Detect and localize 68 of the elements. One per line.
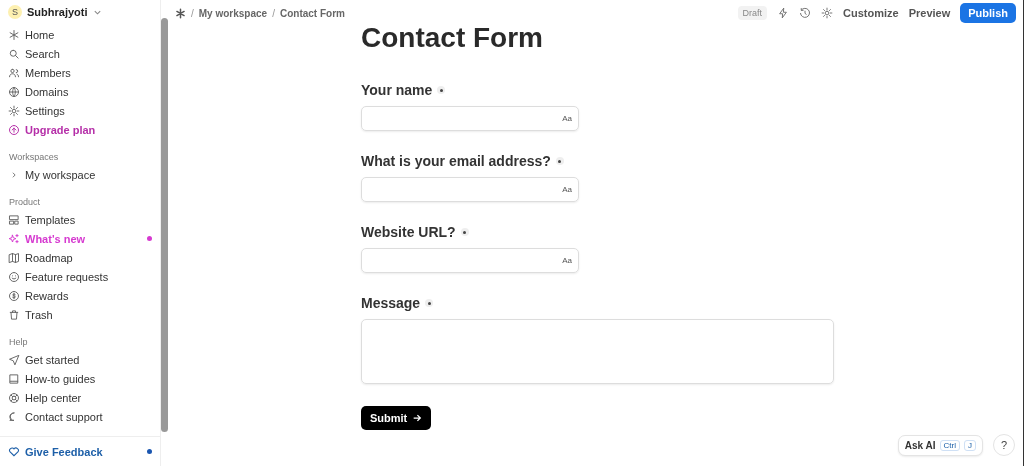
field-label: What is your email address? <box>361 153 551 169</box>
map-icon <box>8 251 20 264</box>
text-type-hint: Aa <box>562 185 572 194</box>
sidebar-item[interactable]: Rewards <box>8 286 160 305</box>
toolbar-button[interactable]: Customize <box>843 7 899 19</box>
message-field[interactable] <box>361 319 834 384</box>
arrow-right-icon <box>412 413 423 423</box>
sidebar-item[interactable]: Roadmap <box>8 248 160 267</box>
trash-icon <box>8 308 20 321</box>
section-heading: Workspaces <box>9 152 60 162</box>
heart-bubble-icon <box>8 445 20 458</box>
sidebar-item[interactable]: Members <box>8 63 160 82</box>
sidebar-item[interactable]: What's new <box>8 229 160 248</box>
sidebar-item[interactable]: How-to guides <box>8 369 160 388</box>
sidebar-item[interactable]: Templates <box>8 210 160 229</box>
account-name[interactable]: Subhrajyoti <box>27 6 88 18</box>
keyboard-key: Ctrl <box>939 439 960 451</box>
publish-button[interactable]: Publish <box>960 3 1016 23</box>
send-icon <box>8 353 20 366</box>
keyboard-key: J <box>964 439 976 451</box>
breadcrumb-link[interactable]: My workspace <box>198 7 268 19</box>
account-avatar[interactable]: S <box>8 5 22 19</box>
text-type-hint: Aa <box>562 114 572 123</box>
settings-icon[interactable] <box>821 7 834 19</box>
ask-ai-button[interactable]: Ask AI Ctrl J <box>897 434 983 456</box>
sidebar-item[interactable]: Domains <box>8 82 160 101</box>
give-feedback-link[interactable]: Give Feedback <box>0 436 160 466</box>
input-field[interactable]: Aa <box>361 177 579 202</box>
field-label: Message <box>361 295 421 311</box>
members-icon <box>8 66 20 79</box>
sidebar-item[interactable]: Feature requests <box>8 267 160 286</box>
sidebar-item[interactable]: Search <box>8 44 160 63</box>
toolbar-button[interactable]: Preview <box>908 7 951 19</box>
breadcrumb-separator: / <box>272 7 275 19</box>
book-icon <box>8 372 20 385</box>
lifebuoy-icon <box>8 391 20 404</box>
sidebar-item[interactable]: My workspace <box>8 165 160 184</box>
history-icon[interactable] <box>799 7 812 19</box>
section-heading: Help <box>9 337 29 347</box>
sidebar-item[interactable]: Settings <box>8 101 160 120</box>
sidebar-item[interactable]: Upgrade plan <box>8 120 160 139</box>
submit-button[interactable]: Submit <box>361 406 432 430</box>
text-type-hint: Aa <box>562 256 572 265</box>
lightning-icon[interactable] <box>777 7 790 19</box>
sidebar-item[interactable]: Help center <box>8 388 160 407</box>
input-field[interactable]: Aa <box>361 248 579 273</box>
sidebar-item[interactable]: Home <box>8 25 160 44</box>
home-icon <box>8 28 20 41</box>
sidebar-item[interactable]: Trash <box>8 305 160 324</box>
smile-icon <box>8 270 20 283</box>
sidebar-item[interactable]: Contact support <box>8 407 160 426</box>
input-field[interactable]: Aa <box>361 106 579 131</box>
search-icon <box>8 47 20 60</box>
templates-icon <box>8 213 20 226</box>
section-heading: Product <box>9 197 42 207</box>
field-label: Website URL? <box>361 224 456 240</box>
asterisk-logo-icon[interactable] <box>175 7 186 19</box>
field-label: Your name <box>361 82 433 98</box>
gear-icon <box>8 104 20 117</box>
help-button[interactable]: ? <box>993 434 1015 456</box>
status-badge: Draft <box>737 6 768 20</box>
globe-icon <box>8 85 20 98</box>
form-title: Contact Form <box>361 22 544 54</box>
breadcrumb-separator: / <box>191 7 194 19</box>
coin-icon <box>8 289 20 302</box>
sidebar-item[interactable]: Get started <box>8 350 160 369</box>
breadcrumb-link[interactable]: Contact Form <box>279 7 345 19</box>
sparkle-icon <box>8 232 20 245</box>
